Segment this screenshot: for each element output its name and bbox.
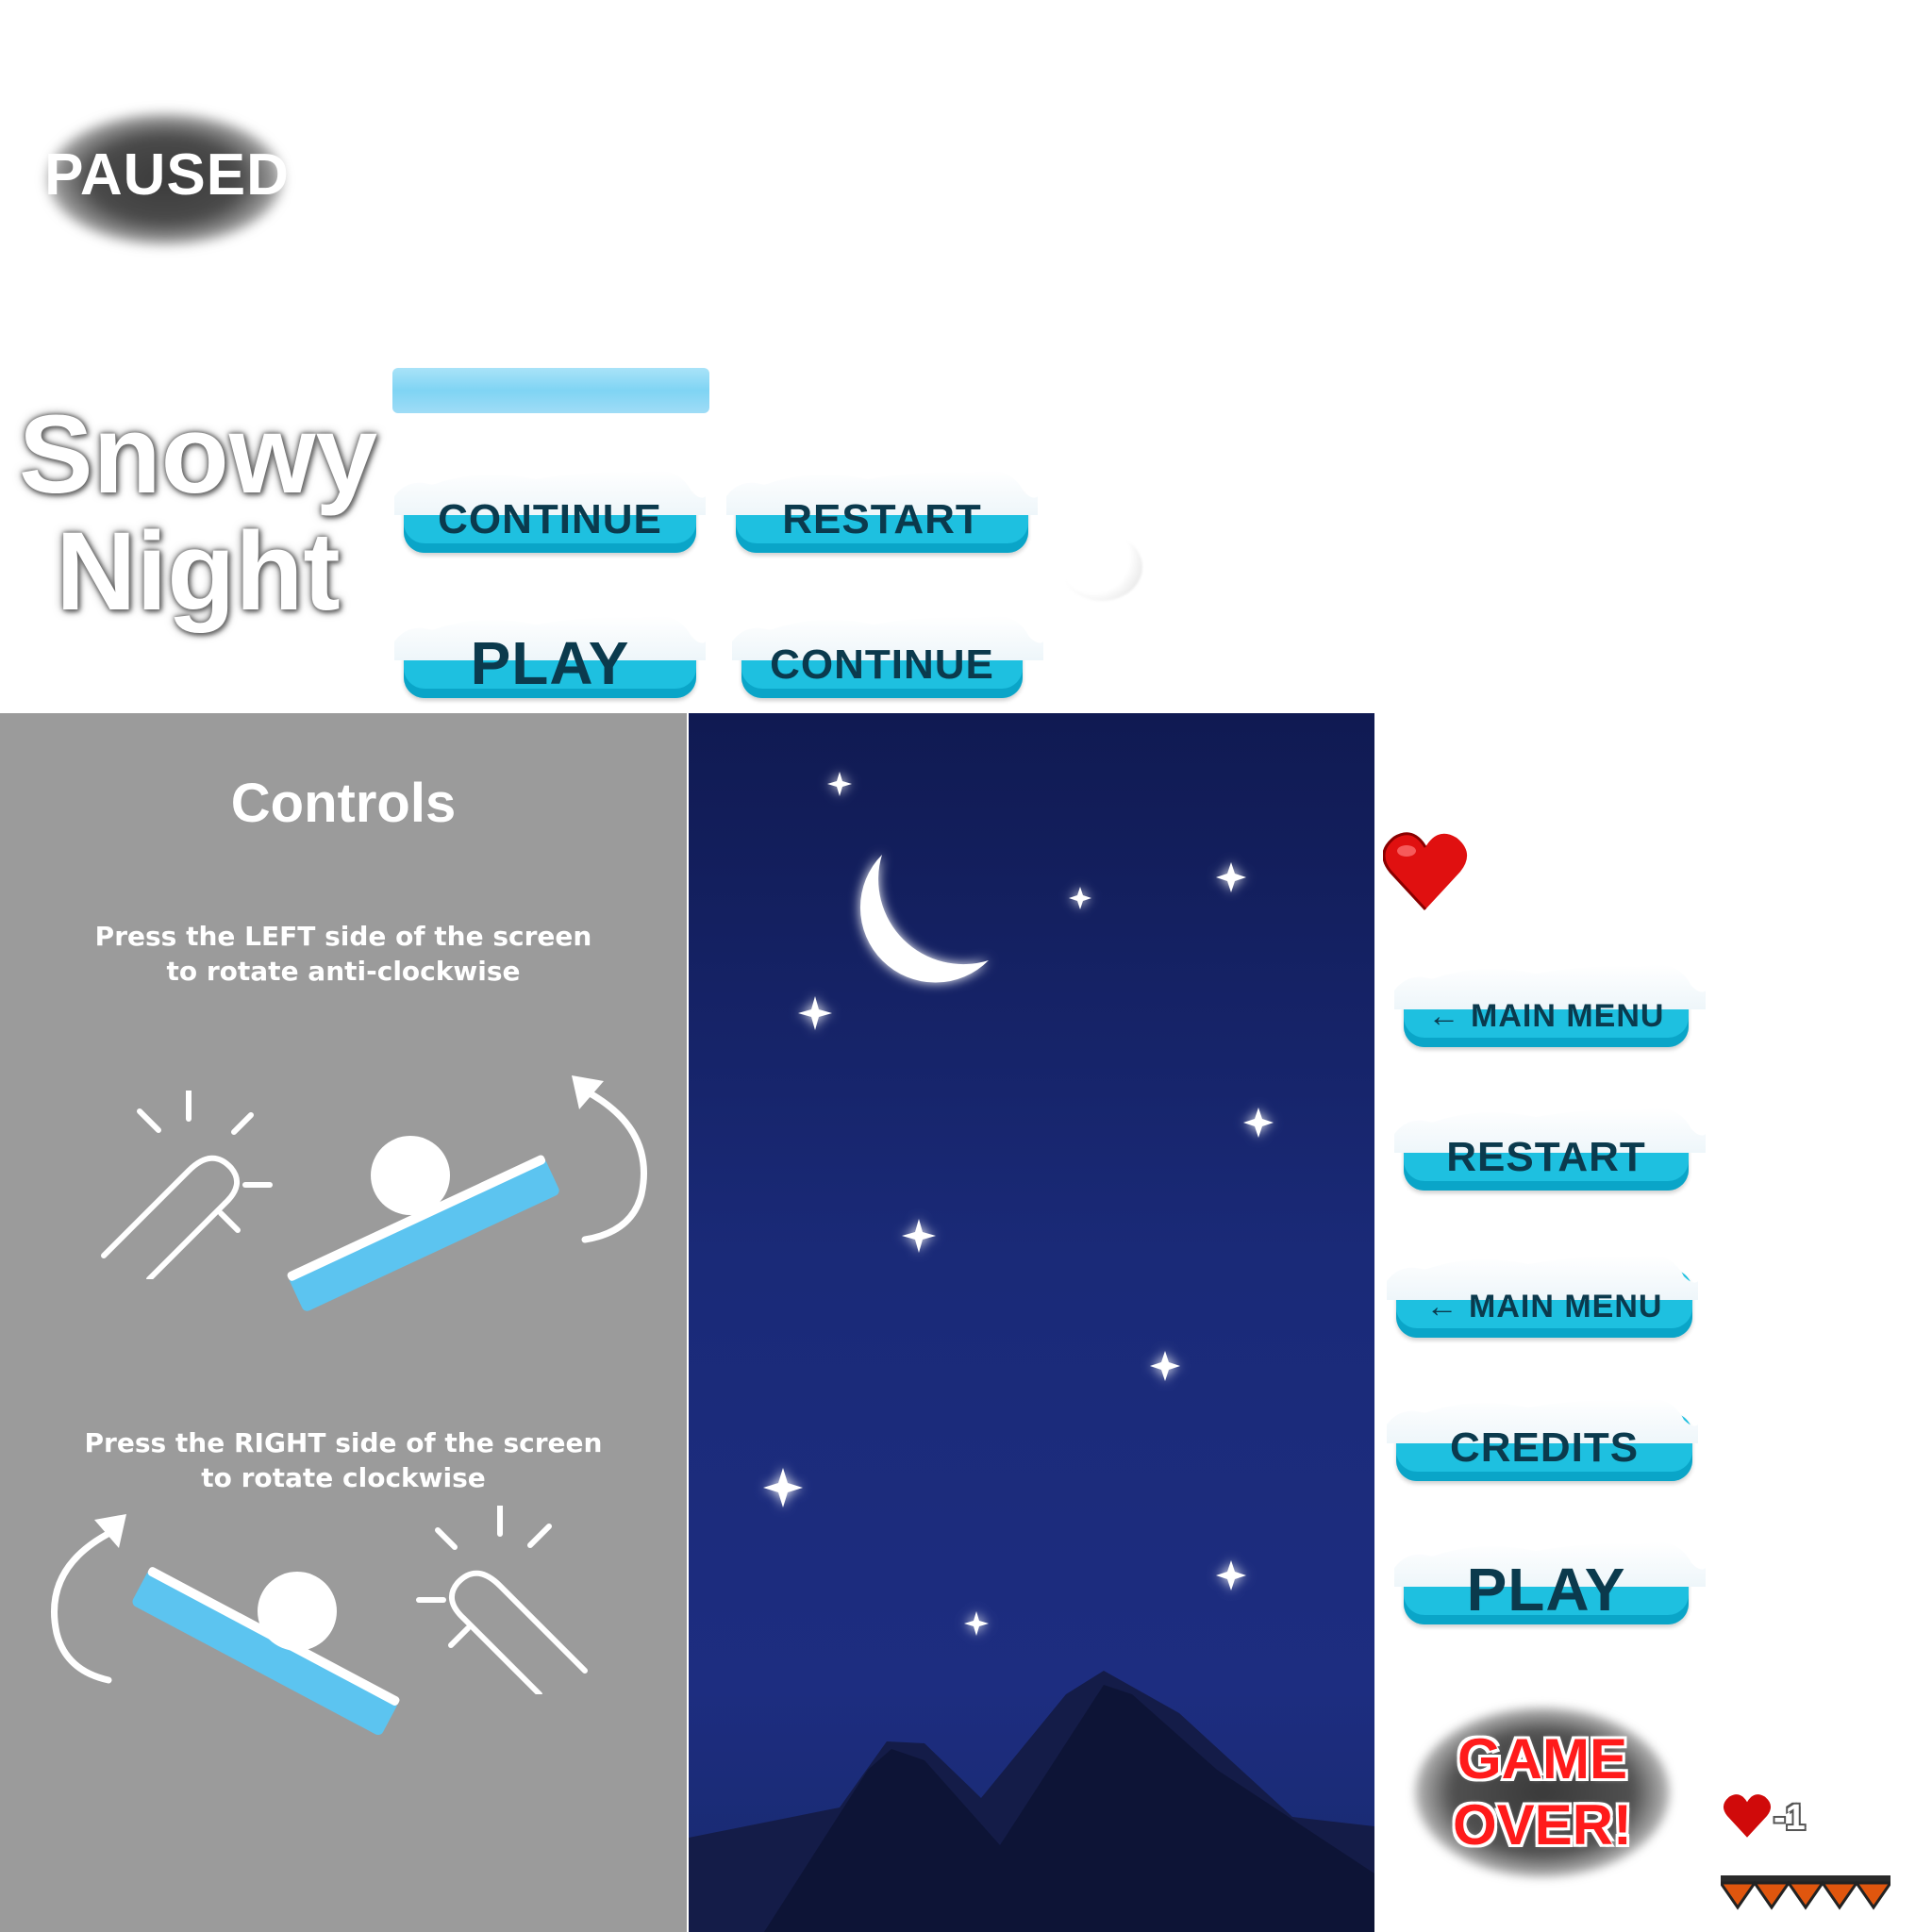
game-over-label: GAME OVER! — [1396, 1698, 1698, 1887]
main-menu-button-alt[interactable]: ← MAIN MENU — [1387, 1243, 1702, 1338]
heart-icon — [1383, 832, 1468, 911]
ice-platform-sprite — [392, 368, 709, 413]
credits-label: CREDITS — [1449, 1424, 1640, 1471]
life-lost-heart-icon — [1723, 1794, 1772, 1838]
continue-alt-label: CONTINUE — [770, 641, 994, 688]
paused-text: PAUSED — [44, 142, 290, 208]
left-instruction-line-2: to rotate anti-clockwise — [166, 956, 521, 987]
main-menu-label: ← MAIN MENU — [1427, 998, 1665, 1034]
play-label: PLAY — [470, 629, 630, 697]
paused-label: PAUSED — [19, 94, 302, 264]
rotate-arrow-icon — [572, 1075, 647, 1243]
main-menu-button[interactable]: ← MAIN MENU — [1394, 953, 1706, 1047]
right-instructions: Press the RIGHT side of the screen to ro… — [0, 1425, 687, 1495]
continue-button[interactable]: CONTINUE — [394, 458, 706, 553]
tap-hand-icon-right — [416, 1506, 588, 1694]
snowball-icon — [1061, 533, 1142, 601]
title-line-2: Night — [56, 509, 341, 634]
credits-button[interactable]: CREDITS — [1387, 1387, 1702, 1481]
left-instructions: Press the LEFT side of the screen to rot… — [0, 919, 687, 989]
game-over-line-2: OVER! — [1452, 1793, 1633, 1857]
play-button[interactable]: PLAY — [394, 604, 706, 698]
controls-title: Controls — [230, 773, 457, 834]
restart-label: RESTART — [782, 496, 982, 542]
lava-spikes-icon — [1721, 1875, 1890, 1910]
restart-button-right[interactable]: RESTART — [1394, 1096, 1706, 1191]
play-right-label: PLAY — [1466, 1556, 1626, 1624]
continue-label: CONTINUE — [438, 496, 662, 542]
left-instruction-line-1: Press the LEFT side of the screen — [94, 921, 592, 952]
right-instruction-line-2: to rotate clockwise — [201, 1462, 486, 1493]
restart-button[interactable]: RESTART — [726, 458, 1038, 553]
night-sky-background — [689, 713, 1374, 1932]
moon-icon — [859, 855, 989, 983]
star-icon — [763, 772, 1274, 1636]
main-menu-alt-label: ← MAIN MENU — [1425, 1289, 1663, 1324]
tilted-platform-left — [287, 1136, 559, 1311]
game-over-line-1: GAME — [1457, 1727, 1627, 1790]
sky-scene — [689, 772, 1374, 1932]
right-instruction-line-1: Press the RIGHT side of the screen — [84, 1427, 603, 1458]
play-button-right[interactable]: PLAY — [1394, 1530, 1706, 1624]
life-change-text: -1 — [1774, 1798, 1806, 1838]
game-title: Snowy Night — [0, 396, 396, 630]
title-line-1: Snowy — [18, 392, 378, 517]
tap-hand-icon — [101, 1091, 273, 1279]
continue-button-alt[interactable]: CONTINUE — [732, 604, 1043, 698]
restart-right-label: RESTART — [1446, 1134, 1646, 1180]
tilted-platform-right — [132, 1567, 400, 1736]
controls-panel: Controls Press the LEFT side of the scre… — [0, 713, 687, 1932]
